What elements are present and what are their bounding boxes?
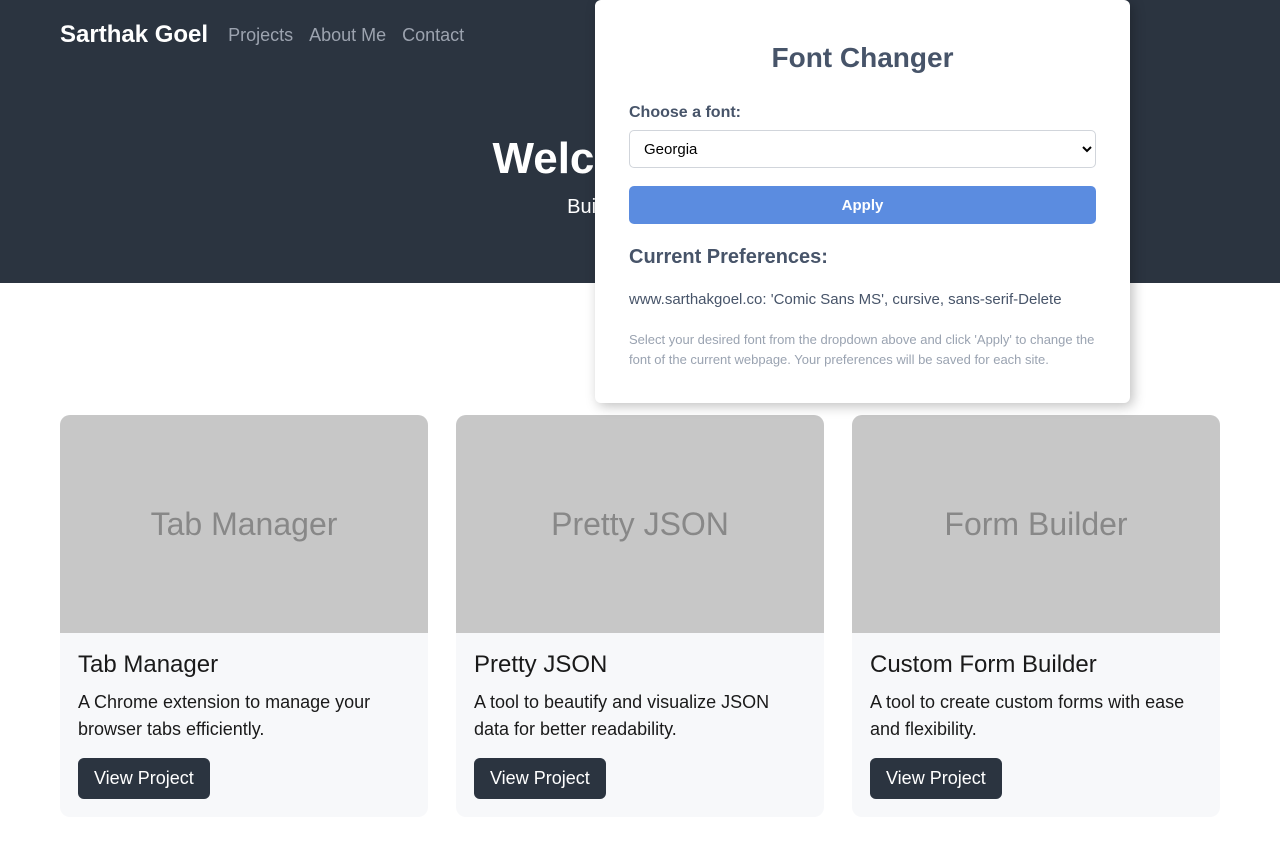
project-title: Pretty JSON bbox=[474, 651, 806, 679]
helper-text: Select your desired font from the dropdo… bbox=[629, 330, 1096, 369]
apply-button[interactable]: Apply bbox=[629, 186, 1096, 224]
project-card: Tab Manager Tab Manager A Chrome extensi… bbox=[60, 415, 428, 817]
project-description: A tool to create custom forms with ease … bbox=[870, 689, 1202, 743]
view-project-button[interactable]: View Project bbox=[870, 758, 1002, 799]
project-title: Custom Form Builder bbox=[870, 651, 1202, 679]
view-project-button[interactable]: View Project bbox=[78, 758, 210, 799]
project-description: A tool to beautify and visualize JSON da… bbox=[474, 689, 806, 743]
project-image-placeholder: Pretty JSON bbox=[456, 415, 824, 633]
project-body: Tab Manager A Chrome extension to manage… bbox=[60, 633, 428, 817]
brand-name[interactable]: Sarthak Goel bbox=[60, 21, 208, 49]
project-card: Pretty JSON Pretty JSON A tool to beauti… bbox=[456, 415, 824, 817]
nav-link-projects[interactable]: Projects bbox=[228, 25, 293, 46]
project-body: Pretty JSON A tool to beautify and visua… bbox=[456, 633, 824, 817]
popup-body: Choose a font: Georgia Apply Current Pre… bbox=[607, 104, 1118, 391]
popup-title: Font Changer bbox=[607, 12, 1118, 104]
preferences-heading: Current Preferences: bbox=[629, 246, 1096, 269]
project-description: A Chrome extension to manage your browse… bbox=[78, 689, 410, 743]
project-body: Custom Form Builder A tool to create cus… bbox=[852, 633, 1220, 817]
nav-link-contact[interactable]: Contact bbox=[402, 25, 464, 46]
font-select-label: Choose a font: bbox=[629, 104, 1096, 122]
preference-entry[interactable]: www.sarthakgoel.co: 'Comic Sans MS', cur… bbox=[629, 291, 1096, 308]
project-image-placeholder: Form Builder bbox=[852, 415, 1220, 633]
nav-link-about[interactable]: About Me bbox=[309, 25, 386, 46]
project-card: Form Builder Custom Form Builder A tool … bbox=[852, 415, 1220, 817]
project-title: Tab Manager bbox=[78, 651, 410, 679]
project-image-placeholder: Tab Manager bbox=[60, 415, 428, 633]
view-project-button[interactable]: View Project bbox=[474, 758, 606, 799]
popup-inner: Font Changer Choose a font: Georgia Appl… bbox=[607, 12, 1118, 391]
font-select[interactable]: Georgia bbox=[629, 130, 1096, 168]
extension-popup: Font Changer Choose a font: Georgia Appl… bbox=[595, 0, 1130, 403]
projects-grid: Tab Manager Tab Manager A Chrome extensi… bbox=[60, 415, 1220, 817]
